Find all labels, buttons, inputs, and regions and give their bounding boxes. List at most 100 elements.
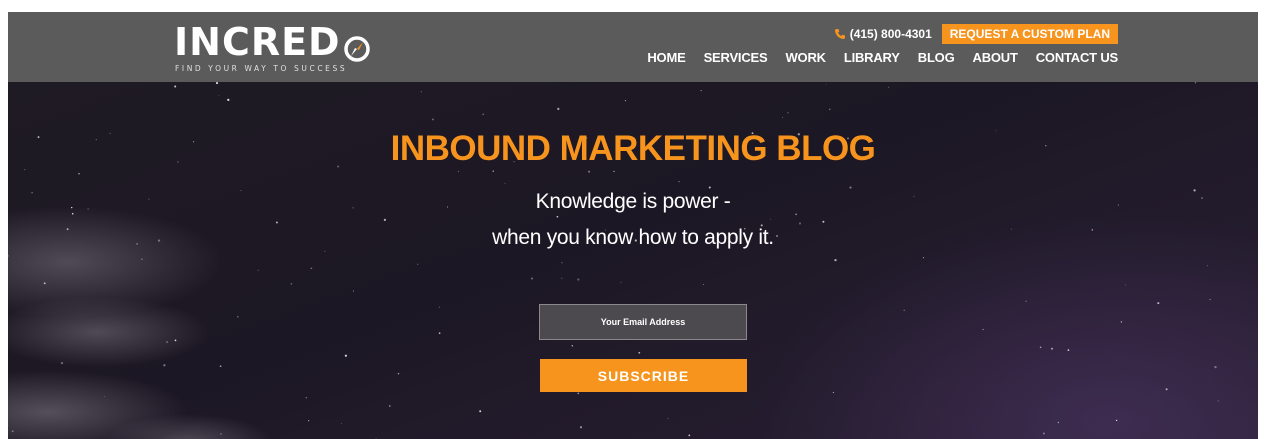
star	[275, 221, 278, 224]
star	[310, 267, 313, 270]
star	[1157, 302, 1160, 305]
star	[829, 108, 831, 111]
star	[613, 170, 615, 173]
nav-services[interactable]: SERVICES	[704, 50, 768, 65]
star	[305, 396, 308, 399]
nav-library[interactable]: LIBRARY	[844, 50, 900, 65]
star	[1165, 388, 1168, 391]
star	[60, 361, 64, 365]
star	[1217, 400, 1219, 402]
star	[174, 339, 177, 342]
star	[340, 422, 342, 424]
logo-text: INCRED	[174, 20, 341, 64]
star	[388, 405, 391, 407]
star	[141, 258, 143, 260]
star	[1194, 82, 1197, 84]
request-custom-plan-button[interactable]: REQUEST A CUSTOM PLAN	[941, 24, 1118, 44]
star	[1209, 298, 1211, 301]
logo-tagline: FIND YOUR WAY TO SUCCESS	[175, 64, 348, 73]
hero-section: INBOUND MARKETING BLOG Knowledge is powe…	[8, 82, 1258, 439]
star	[849, 186, 852, 189]
star	[620, 281, 622, 283]
star	[577, 278, 580, 281]
phone-link[interactable]: (415) 800-4301	[834, 27, 932, 41]
star	[438, 332, 441, 335]
star	[832, 391, 834, 393]
star	[257, 269, 259, 272]
star	[825, 84, 827, 86]
top-contact-bar: (415) 800-4301 REQUEST A CUSTOM PLAN	[834, 24, 1118, 44]
phone-icon	[834, 29, 845, 39]
star	[708, 186, 711, 189]
star	[688, 434, 691, 437]
star	[667, 418, 669, 420]
star	[703, 284, 704, 285]
star	[457, 170, 459, 173]
star	[344, 354, 347, 357]
hero-title: INBOUND MARKETING BLOG	[390, 129, 876, 168]
nav-about[interactable]: ABOUT	[973, 50, 1018, 65]
star	[8, 255, 9, 257]
email-input[interactable]	[539, 304, 747, 340]
star	[218, 94, 220, 96]
star	[834, 258, 837, 262]
subscribe-button[interactable]: SUBSCRIBE	[540, 359, 747, 392]
nav-work[interactable]: WORK	[785, 50, 826, 65]
star	[561, 262, 563, 264]
star	[1115, 419, 1118, 422]
star	[479, 410, 482, 413]
star	[43, 282, 46, 285]
star	[787, 112, 789, 114]
nav-home[interactable]: HOME	[647, 50, 685, 65]
star	[1051, 347, 1053, 350]
star	[782, 117, 783, 118]
hero-subtitle-line1: Knowledge is power -	[535, 190, 731, 213]
nav-contact-us[interactable]: CONTACT US	[1036, 50, 1118, 65]
star	[903, 309, 905, 311]
star	[822, 220, 825, 223]
star	[397, 372, 400, 375]
star	[556, 215, 559, 218]
star	[219, 365, 222, 368]
main-nav: HOME SERVICES WORK LIBRARY BLOG ABOUT CO…	[647, 50, 1118, 65]
star	[1025, 300, 1027, 303]
star	[104, 396, 105, 397]
star	[324, 250, 326, 252]
star	[577, 392, 580, 395]
star	[1125, 284, 1127, 286]
star	[290, 283, 293, 285]
star	[922, 257, 925, 259]
star	[1042, 432, 1045, 435]
star	[1057, 421, 1060, 424]
nav-blog[interactable]: BLOG	[918, 50, 955, 65]
star	[1067, 349, 1070, 351]
star	[982, 328, 984, 330]
hero-subtitle-line2: when you know how to apply it.	[492, 226, 774, 249]
star	[1206, 265, 1208, 267]
star	[571, 345, 573, 347]
star	[1214, 365, 1217, 369]
star	[383, 218, 387, 222]
star	[24, 169, 26, 171]
star	[678, 180, 680, 183]
star	[504, 182, 506, 184]
star	[215, 82, 219, 85]
star	[11, 430, 14, 433]
star	[638, 351, 641, 354]
star	[700, 89, 702, 92]
star	[163, 364, 166, 367]
star	[417, 263, 419, 265]
star	[174, 85, 177, 88]
star	[308, 420, 310, 422]
star	[227, 98, 230, 102]
star	[492, 170, 494, 172]
star	[888, 86, 890, 88]
phone-number: (415) 800-4301	[849, 27, 932, 41]
star	[438, 306, 440, 308]
site-header: INCRED FIND YOUR WAY TO SUCCESS (415) 80…	[8, 12, 1258, 82]
star	[420, 91, 422, 93]
logo[interactable]: INCRED FIND YOUR WAY TO SUCCESS	[174, 20, 370, 76]
logo-wordmark: INCRED	[174, 20, 371, 64]
star	[557, 107, 560, 111]
star	[588, 170, 591, 173]
